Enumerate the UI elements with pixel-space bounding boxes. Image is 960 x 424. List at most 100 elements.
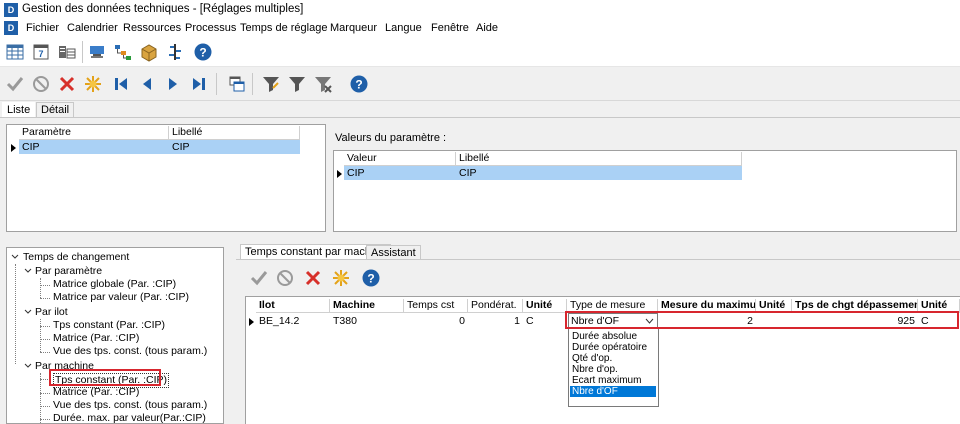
- menu-calendrier[interactable]: Calendrier: [67, 22, 118, 34]
- cancel-icon[interactable]: [274, 267, 296, 289]
- record-toolbar: ?: [0, 67, 960, 101]
- dropdown-option-qte-op[interactable]: Qté d'op.: [570, 353, 656, 364]
- help-icon[interactable]: ?: [348, 73, 370, 95]
- tree-item-matrice-par-valeur[interactable]: Matrice par valeur (Par. :CIP): [53, 291, 189, 304]
- process-flow-icon[interactable]: [112, 41, 134, 63]
- tree-item-ilot-vue-tps-const[interactable]: Vue des tps. const. (tous param.): [53, 345, 207, 358]
- column-header-machine[interactable]: Machine: [330, 299, 404, 313]
- new-record-icon[interactable]: [82, 73, 104, 95]
- param-cell-parametre[interactable]: CIP: [19, 140, 169, 154]
- values-table: Valeur Libellé CIP CIP: [333, 150, 957, 232]
- type-de-mesure-dropdown: Durée absolue Durée opératoire Qté d'op.…: [568, 328, 659, 407]
- menu-temps-de-reglage[interactable]: Temps de réglage: [240, 22, 327, 34]
- tree-item-ilot-matrice[interactable]: Matrice (Par. :CIP): [53, 332, 139, 345]
- navigation-tree: Temps de changement Par paramètre Matric…: [6, 247, 224, 424]
- tree-line: [40, 278, 41, 298]
- main-toolbar: 7 ?: [0, 37, 960, 67]
- first-record-icon[interactable]: [110, 73, 132, 95]
- filter-icon[interactable]: [286, 73, 308, 95]
- grid-cell-ponderat[interactable]: 1: [468, 314, 523, 328]
- check-icon[interactable]: [4, 73, 26, 95]
- tree-group-par-parametre[interactable]: Par paramètre: [35, 265, 102, 278]
- dropdown-option-nbre-of[interactable]: Nbre d'OF: [570, 386, 656, 397]
- grid-cell-temps-cst[interactable]: 0: [404, 314, 468, 328]
- resources-icon[interactable]: [56, 41, 78, 63]
- window-copy-icon[interactable]: [226, 73, 248, 95]
- menu-aide[interactable]: Aide: [476, 22, 498, 34]
- last-record-icon[interactable]: [188, 73, 210, 95]
- tree-line: [40, 339, 50, 340]
- chevron-down-icon[interactable]: [24, 267, 32, 275]
- column-header-unite[interactable]: Unité: [523, 299, 567, 313]
- chevron-down-icon[interactable]: [11, 253, 19, 261]
- menu-marqueur[interactable]: Marqueur: [330, 22, 377, 34]
- previous-record-icon[interactable]: [136, 73, 158, 95]
- tree-item-machine-vue-tps-const[interactable]: Vue des tps. const. (tous param.): [53, 399, 207, 412]
- machine-icon[interactable]: [86, 41, 108, 63]
- tab-assistant[interactable]: Assistant: [366, 245, 421, 260]
- toolbar-separator: [82, 41, 83, 63]
- tab-detail[interactable]: Détail: [36, 102, 75, 117]
- menu-fenetre[interactable]: Fenêtre: [431, 22, 469, 34]
- svg-text:?: ?: [367, 272, 374, 286]
- check-icon[interactable]: [248, 267, 270, 289]
- column-header-parametre[interactable]: Paramètre: [19, 126, 169, 140]
- package-icon[interactable]: [138, 41, 160, 63]
- tree-item-matrice-globale[interactable]: Matrice globale (Par. :CIP): [53, 278, 176, 291]
- column-header-libelle[interactable]: Libellé: [169, 126, 300, 140]
- tab-liste[interactable]: Liste: [2, 102, 36, 117]
- help-icon[interactable]: ?: [360, 267, 382, 289]
- menu-app-icon[interactable]: D: [4, 21, 18, 35]
- delete-icon[interactable]: [56, 73, 78, 95]
- dropdown-option-nbre-op[interactable]: Nbre d'op.: [570, 364, 656, 375]
- filter-edit-icon[interactable]: [260, 73, 282, 95]
- row-indicator-icon: [337, 170, 342, 178]
- tree-line: [40, 298, 50, 299]
- chevron-down-icon[interactable]: [24, 308, 32, 316]
- grid-cell-unite[interactable]: C: [523, 314, 567, 328]
- window-title: Gestion des données techniques - [Réglag…: [22, 3, 304, 15]
- svg-text:7: 7: [38, 49, 43, 59]
- column-header-valeur[interactable]: Valeur: [344, 152, 456, 166]
- tree-item-machine-duree-max[interactable]: Durée. max. par valeur(Par.:CIP): [53, 412, 206, 423]
- delete-icon[interactable]: [302, 267, 324, 289]
- menu-ressources[interactable]: Ressources: [123, 22, 181, 34]
- filter-clear-icon[interactable]: [312, 73, 334, 95]
- param-cell-libelle[interactable]: CIP: [169, 140, 300, 154]
- value-cell-valeur[interactable]: CIP: [344, 166, 456, 180]
- new-record-icon[interactable]: [330, 267, 352, 289]
- column-header-ponderat[interactable]: Pondérat.: [468, 299, 523, 313]
- calendar-icon[interactable]: 7: [30, 41, 52, 63]
- column-header-libelle[interactable]: Libellé: [456, 152, 742, 166]
- timing-settings-icon[interactable]: [164, 41, 186, 63]
- tree-root-temps-de-changement[interactable]: Temps de changement: [23, 251, 129, 264]
- next-record-icon[interactable]: [162, 73, 184, 95]
- annotation-highlight-tree: [49, 369, 161, 386]
- tree-group-par-ilot[interactable]: Par ilot: [35, 306, 68, 319]
- chevron-down-icon[interactable]: [24, 362, 32, 370]
- menu-processus[interactable]: Processus: [185, 22, 236, 34]
- tree-line: [40, 352, 50, 353]
- tab-divider: [0, 117, 960, 118]
- tree-item-machine-matrice[interactable]: Matrice (Par. :CIP): [53, 386, 139, 399]
- dropdown-option-duree-absolue[interactable]: Durée absolue: [570, 331, 656, 342]
- menu-fichier[interactable]: Fichier: [26, 22, 59, 34]
- tree-item-ilot-tps-constant[interactable]: Tps constant (Par. :CIP): [53, 319, 165, 332]
- grid-cell-machine[interactable]: T380: [330, 314, 404, 328]
- menu-langue[interactable]: Langue: [385, 22, 422, 34]
- dropdown-option-ecart-maximum[interactable]: Ecart maximum: [570, 375, 656, 386]
- grid-cell-ilot[interactable]: BE_14.2: [256, 314, 330, 328]
- title-bar: D Gestion des données techniques - [Régl…: [0, 0, 960, 20]
- svg-text:?: ?: [199, 46, 206, 60]
- values-section-label: Valeurs du paramètre :: [335, 132, 447, 144]
- cancel-icon[interactable]: [30, 73, 52, 95]
- help-icon[interactable]: ?: [192, 41, 214, 63]
- column-header-ilot[interactable]: Ilot: [256, 299, 330, 313]
- tree-line: [40, 373, 41, 423]
- column-header-temps-cst[interactable]: Temps cst: [404, 299, 468, 313]
- value-cell-libelle[interactable]: CIP: [456, 166, 742, 180]
- table-grid-icon[interactable]: [4, 41, 26, 63]
- tree-line: [40, 406, 50, 407]
- tree-line: [40, 393, 50, 394]
- dropdown-option-duree-operatoire[interactable]: Durée opératoire: [570, 342, 656, 353]
